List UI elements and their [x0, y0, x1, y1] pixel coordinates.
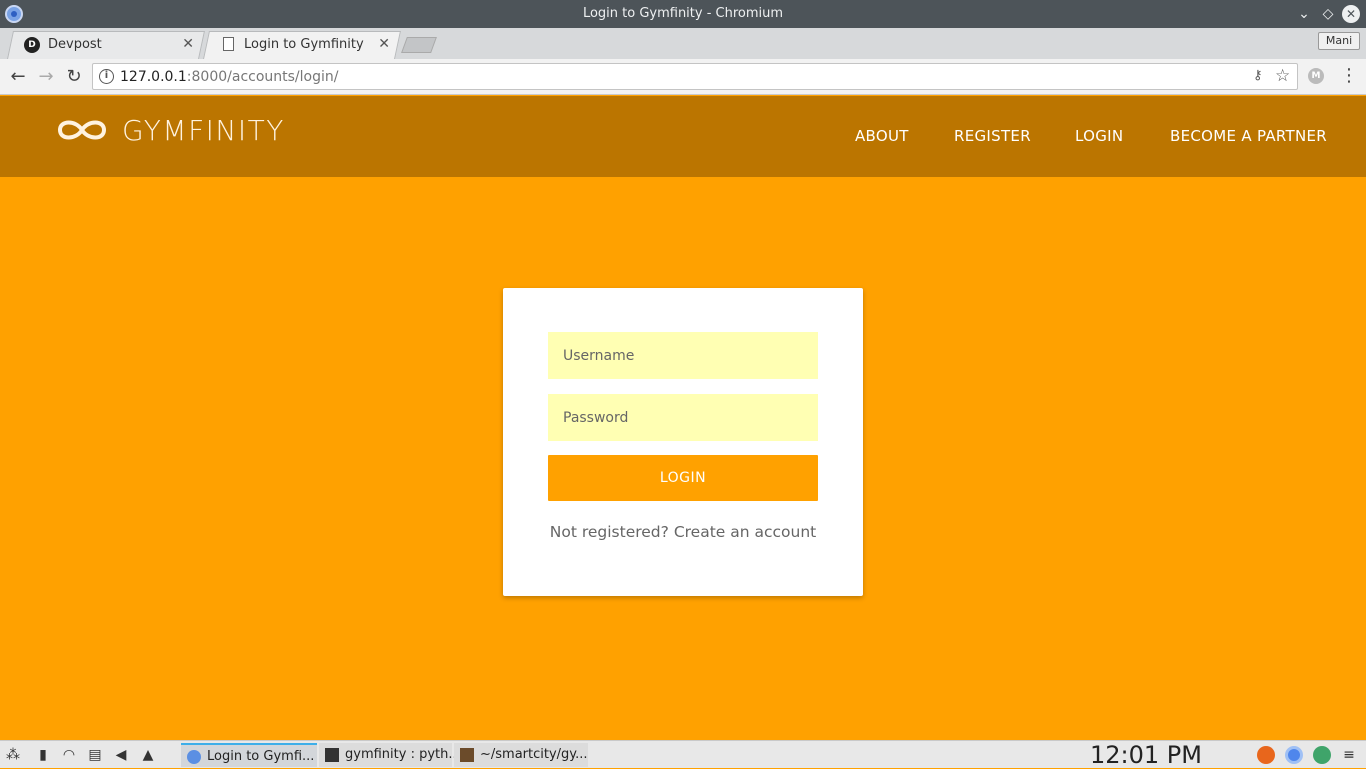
minimize-icon[interactable]: ⌄ [1294, 4, 1314, 24]
chromium-icon [187, 750, 201, 764]
infinity-logo-icon [57, 120, 107, 140]
create-account-link[interactable]: Create an account [674, 523, 816, 541]
bookmark-star-icon[interactable]: ☆ [1275, 66, 1290, 86]
url-host: 127.0.0.1 [120, 69, 187, 85]
taskbar: ⁂ ▮ ◠ ▤ ◀ ▲ Login to Gymfi... gymfinity … [0, 740, 1366, 769]
tab-login-gymfinity[interactable]: Login to Gymfinity ✕ [203, 31, 401, 59]
register-prompt: Not registered? Create an account [503, 523, 863, 541]
tab-devpost[interactable]: D Devpost ✕ [7, 31, 205, 59]
tab-strip: D Devpost ✕ Login to Gymfinity ✕ Mani [0, 28, 1366, 59]
clock[interactable]: 12:01 PM [1090, 741, 1202, 769]
task-file-manager[interactable]: ~/smartcity/gy... [454, 743, 588, 767]
wifi-icon[interactable]: ◠ [60, 746, 78, 764]
task-label: gymfinity : pyth... [345, 747, 461, 762]
usb-icon[interactable]: ▮ [34, 746, 52, 764]
login-button[interactable]: LOGIN [548, 455, 818, 501]
task-label: Login to Gymfi... [207, 749, 315, 764]
page-favicon-icon [223, 37, 234, 51]
key-icon[interactable]: ⚷ [1253, 68, 1263, 83]
address-bar[interactable]: i 127.0.0.1:8000/accounts/login/ ⚷ ☆ [92, 63, 1298, 90]
back-arrow-icon[interactable]: ← [6, 65, 30, 89]
app-launcher-icon[interactable]: ⁂ [4, 746, 22, 764]
tab-close-icon[interactable]: ✕ [378, 36, 390, 52]
browser-toolbar: ← → ↻ i 127.0.0.1:8000/accounts/login/ ⚷… [0, 59, 1366, 95]
brand-logo[interactable]: GYMFINITY [54, 110, 285, 150]
register-prompt-text: Not registered? [549, 523, 669, 541]
nav-login[interactable]: LOGIN [1075, 127, 1123, 145]
terminal-icon [325, 748, 339, 762]
firefox-icon[interactable] [1257, 746, 1275, 764]
nav-become-partner[interactable]: BECOME A PARTNER [1170, 127, 1327, 145]
info-icon[interactable]: i [99, 69, 114, 84]
task-terminal[interactable]: gymfinity : pyth... [319, 743, 461, 767]
task-label: ~/smartcity/gy... [480, 747, 588, 762]
window-titlebar: Login to Gymfinity - Chromium ⌄ ◇ ✕ [0, 0, 1366, 28]
close-window-icon[interactable]: ✕ [1342, 5, 1360, 23]
tab-label: Login to Gymfinity [244, 37, 364, 52]
maximize-icon[interactable]: ◇ [1318, 4, 1338, 24]
tab-close-icon[interactable]: ✕ [182, 36, 194, 52]
reload-icon[interactable]: ↻ [62, 65, 86, 89]
nav-about[interactable]: ABOUT [855, 127, 909, 145]
profile-button[interactable]: Mani [1318, 32, 1360, 50]
login-card: LOGIN Not registered? Create an account [503, 288, 863, 596]
chromium-launcher-icon[interactable] [1285, 746, 1303, 764]
forward-arrow-icon[interactable]: → [34, 65, 58, 89]
volume-muted-icon[interactable]: ◀ [112, 746, 130, 764]
nav-register[interactable]: REGISTER [954, 127, 1031, 145]
task-chromium[interactable]: Login to Gymfi... [181, 743, 317, 767]
atom-icon[interactable] [1313, 746, 1331, 764]
extension-icon[interactable]: M [1308, 68, 1324, 84]
url-path: :8000/accounts/login/ [186, 69, 339, 85]
kebab-menu-icon[interactable]: ⋮ [1340, 65, 1358, 86]
clipboard-icon[interactable]: ▤ [86, 746, 104, 764]
tab-label: Devpost [48, 37, 102, 52]
main-content: LOGIN Not registered? Create an account [0, 177, 1366, 740]
brand-name: GYMFINITY [122, 113, 285, 147]
url-text[interactable]: 127.0.0.1:8000/accounts/login/ [120, 69, 338, 85]
devpost-favicon-icon: D [24, 37, 40, 53]
file-manager-icon [460, 748, 474, 762]
new-tab-button[interactable] [401, 37, 437, 53]
username-input[interactable] [548, 332, 818, 379]
site-header: GYMFINITY ABOUT REGISTER LOGIN BECOME A … [0, 96, 1366, 177]
window-title: Login to Gymfinity - Chromium [582, 6, 784, 21]
password-input[interactable] [548, 394, 818, 441]
hamburger-menu-icon[interactable]: ≡ [1340, 746, 1358, 764]
expand-tray-icon[interactable]: ▲ [139, 746, 157, 764]
